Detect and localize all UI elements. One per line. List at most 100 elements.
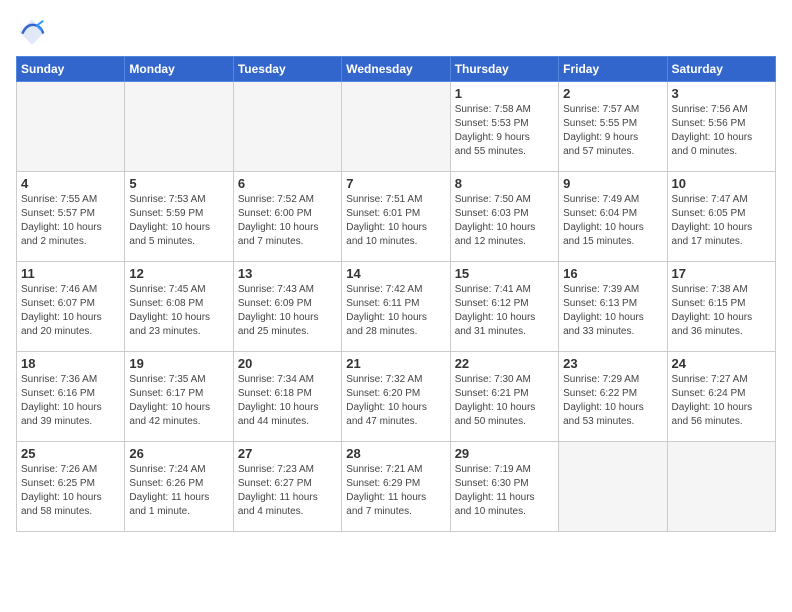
calendar-day-cell: 16Sunrise: 7:39 AM Sunset: 6:13 PM Dayli… (559, 262, 667, 352)
calendar-day-cell: 9 Sunrise: 7:49 AM Sunset: 6:04 PM Daylig… (559, 172, 667, 262)
day-info: Sunrise: 7:50 AM Sunset: 6:03 PM Dayligh… (455, 193, 554, 249)
calendar-day-cell: 19 Sunrise: 7:35 AM Sunset: 6:17 PM Dayli… (125, 352, 233, 442)
calendar-header: SundayMondayTuesdayWednesdayThursdayFrid… (17, 57, 776, 82)
day-number: 23 (563, 356, 662, 371)
calendar-day-cell: 6 Sunrise: 7:52 AM Sunset: 6:00 PM Daylig… (233, 172, 341, 262)
day-number: 29 (455, 446, 554, 461)
calendar-day-cell: 21 Sunrise: 7:32 AM Sunset: 6:20 PM Dayli… (342, 352, 450, 442)
calendar-day-cell: 13 Sunrise: 7:43 AM Sunset: 6:09 PM Dayli… (233, 262, 341, 352)
day-info: Sunrise: 7:56 AM Sunset: 5:56 PM Dayligh… (672, 103, 771, 159)
calendar-day-cell: 23 Sunrise: 7:29 AM Sunset: 6:22 PM Dayli… (559, 352, 667, 442)
calendar-day-cell: 15 Sunrise: 7:41 AM Sunset: 6:12 PM Dayli… (450, 262, 558, 352)
weekday-header-cell: Saturday (667, 57, 775, 82)
calendar-day-cell (233, 82, 341, 172)
day-info: Sunrise: 7:42 AM Sunset: 6:11 PM Dayligh… (346, 283, 445, 339)
weekday-header-row: SundayMondayTuesdayWednesdayThursdayFrid… (17, 57, 776, 82)
weekday-header-cell: Sunday (17, 57, 125, 82)
day-info: Sunrise: 7:49 AM Sunset: 6:04 PM Dayligh… (563, 193, 662, 249)
day-number: 20 (238, 356, 337, 371)
calendar-day-cell: 18 Sunrise: 7:36 AM Sunset: 6:16 PM Dayli… (17, 352, 125, 442)
day-info: Sunrise: 7:58 AM Sunset: 5:53 PM Dayligh… (455, 103, 554, 159)
calendar-body: 1 Sunrise: 7:58 AM Sunset: 5:53 PM Daylig… (17, 82, 776, 532)
calendar-day-cell: 4 Sunrise: 7:55 AM Sunset: 5:57 PM Daylig… (17, 172, 125, 262)
day-info: Sunrise: 7:51 AM Sunset: 6:01 PM Dayligh… (346, 193, 445, 249)
day-info: Sunrise: 7:21 AM Sunset: 6:29 PM Dayligh… (346, 463, 445, 519)
weekday-header-cell: Tuesday (233, 57, 341, 82)
day-number: 1 (455, 86, 554, 101)
calendar-day-cell (667, 442, 775, 532)
day-info: Sunrise: 7:23 AM Sunset: 6:27 PM Dayligh… (238, 463, 337, 519)
weekday-header-cell: Friday (559, 57, 667, 82)
day-number: 17 (672, 266, 771, 281)
calendar-day-cell: 14 Sunrise: 7:42 AM Sunset: 6:11 PM Dayli… (342, 262, 450, 352)
day-info: Sunrise: 7:29 AM Sunset: 6:22 PM Dayligh… (563, 373, 662, 429)
logo-icon (16, 16, 48, 48)
calendar-day-cell: 25 Sunrise: 7:26 AM Sunset: 6:25 PM Dayli… (17, 442, 125, 532)
calendar-day-cell: 10 Sunrise: 7:47 AM Sunset: 6:05 PM Dayli… (667, 172, 775, 262)
day-info: Sunrise: 7:55 AM Sunset: 5:57 PM Dayligh… (21, 193, 120, 249)
day-number: 13 (238, 266, 337, 281)
day-number: 12 (129, 266, 228, 281)
day-info: Sunrise: 7:41 AM Sunset: 6:12 PM Dayligh… (455, 283, 554, 339)
day-info: Sunrise: 7:34 AM Sunset: 6:18 PM Dayligh… (238, 373, 337, 429)
day-info: Sunrise: 7:32 AM Sunset: 6:20 PM Dayligh… (346, 373, 445, 429)
calendar-table: SundayMondayTuesdayWednesdayThursdayFrid… (16, 56, 776, 532)
day-number: 26 (129, 446, 228, 461)
weekday-header-cell: Thursday (450, 57, 558, 82)
day-info: Sunrise: 7:30 AM Sunset: 6:21 PM Dayligh… (455, 373, 554, 429)
calendar-day-cell: 2Sunrise: 7:57 AM Sunset: 5:55 PM Daylig… (559, 82, 667, 172)
day-info: Sunrise: 7:19 AM Sunset: 6:30 PM Dayligh… (455, 463, 554, 519)
calendar-day-cell: 3 Sunrise: 7:56 AM Sunset: 5:56 PM Daylig… (667, 82, 775, 172)
day-info: Sunrise: 7:26 AM Sunset: 6:25 PM Dayligh… (21, 463, 120, 519)
day-number: 11 (21, 266, 120, 281)
day-number: 27 (238, 446, 337, 461)
calendar-week-row: 11Sunrise: 7:46 AM Sunset: 6:07 PM Dayli… (17, 262, 776, 352)
calendar-week-row: 25 Sunrise: 7:26 AM Sunset: 6:25 PM Dayli… (17, 442, 776, 532)
day-number: 21 (346, 356, 445, 371)
day-number: 16 (563, 266, 662, 281)
day-number: 22 (455, 356, 554, 371)
calendar-day-cell: 17 Sunrise: 7:38 AM Sunset: 6:15 PM Dayli… (667, 262, 775, 352)
calendar-week-row: 18 Sunrise: 7:36 AM Sunset: 6:16 PM Dayli… (17, 352, 776, 442)
calendar-day-cell (559, 442, 667, 532)
day-number: 6 (238, 176, 337, 191)
calendar-day-cell (125, 82, 233, 172)
day-number: 25 (21, 446, 120, 461)
day-number: 10 (672, 176, 771, 191)
calendar-day-cell (17, 82, 125, 172)
day-info: Sunrise: 7:35 AM Sunset: 6:17 PM Dayligh… (129, 373, 228, 429)
day-info: Sunrise: 7:36 AM Sunset: 6:16 PM Dayligh… (21, 373, 120, 429)
day-number: 4 (21, 176, 120, 191)
calendar-day-cell: 29 Sunrise: 7:19 AM Sunset: 6:30 PM Dayli… (450, 442, 558, 532)
weekday-header-cell: Monday (125, 57, 233, 82)
day-info: Sunrise: 7:47 AM Sunset: 6:05 PM Dayligh… (672, 193, 771, 249)
calendar-day-cell: 20 Sunrise: 7:34 AM Sunset: 6:18 PM Dayli… (233, 352, 341, 442)
calendar-day-cell: 1 Sunrise: 7:58 AM Sunset: 5:53 PM Daylig… (450, 82, 558, 172)
calendar-day-cell: 26Sunrise: 7:24 AM Sunset: 6:26 PM Dayli… (125, 442, 233, 532)
day-number: 3 (672, 86, 771, 101)
day-info: Sunrise: 7:43 AM Sunset: 6:09 PM Dayligh… (238, 283, 337, 339)
day-number: 7 (346, 176, 445, 191)
day-number: 19 (129, 356, 228, 371)
day-number: 14 (346, 266, 445, 281)
day-info: Sunrise: 7:57 AM Sunset: 5:55 PM Dayligh… (563, 103, 662, 159)
calendar-day-cell (342, 82, 450, 172)
logo (16, 16, 52, 48)
calendar-day-cell: 28 Sunrise: 7:21 AM Sunset: 6:29 PM Dayli… (342, 442, 450, 532)
calendar-day-cell: 12Sunrise: 7:45 AM Sunset: 6:08 PM Dayli… (125, 262, 233, 352)
day-number: 18 (21, 356, 120, 371)
day-info: Sunrise: 7:38 AM Sunset: 6:15 PM Dayligh… (672, 283, 771, 339)
day-number: 15 (455, 266, 554, 281)
page-header (16, 16, 776, 48)
day-number: 28 (346, 446, 445, 461)
day-info: Sunrise: 7:53 AM Sunset: 5:59 PM Dayligh… (129, 193, 228, 249)
day-number: 9 (563, 176, 662, 191)
day-info: Sunrise: 7:52 AM Sunset: 6:00 PM Dayligh… (238, 193, 337, 249)
calendar-day-cell: 7 Sunrise: 7:51 AM Sunset: 6:01 PM Daylig… (342, 172, 450, 262)
calendar-day-cell: 24Sunrise: 7:27 AM Sunset: 6:24 PM Dayli… (667, 352, 775, 442)
calendar-day-cell: 27 Sunrise: 7:23 AM Sunset: 6:27 PM Dayli… (233, 442, 341, 532)
day-number: 5 (129, 176, 228, 191)
calendar-day-cell: 5 Sunrise: 7:53 AM Sunset: 5:59 PM Daylig… (125, 172, 233, 262)
calendar-day-cell: 11Sunrise: 7:46 AM Sunset: 6:07 PM Dayli… (17, 262, 125, 352)
day-number: 8 (455, 176, 554, 191)
